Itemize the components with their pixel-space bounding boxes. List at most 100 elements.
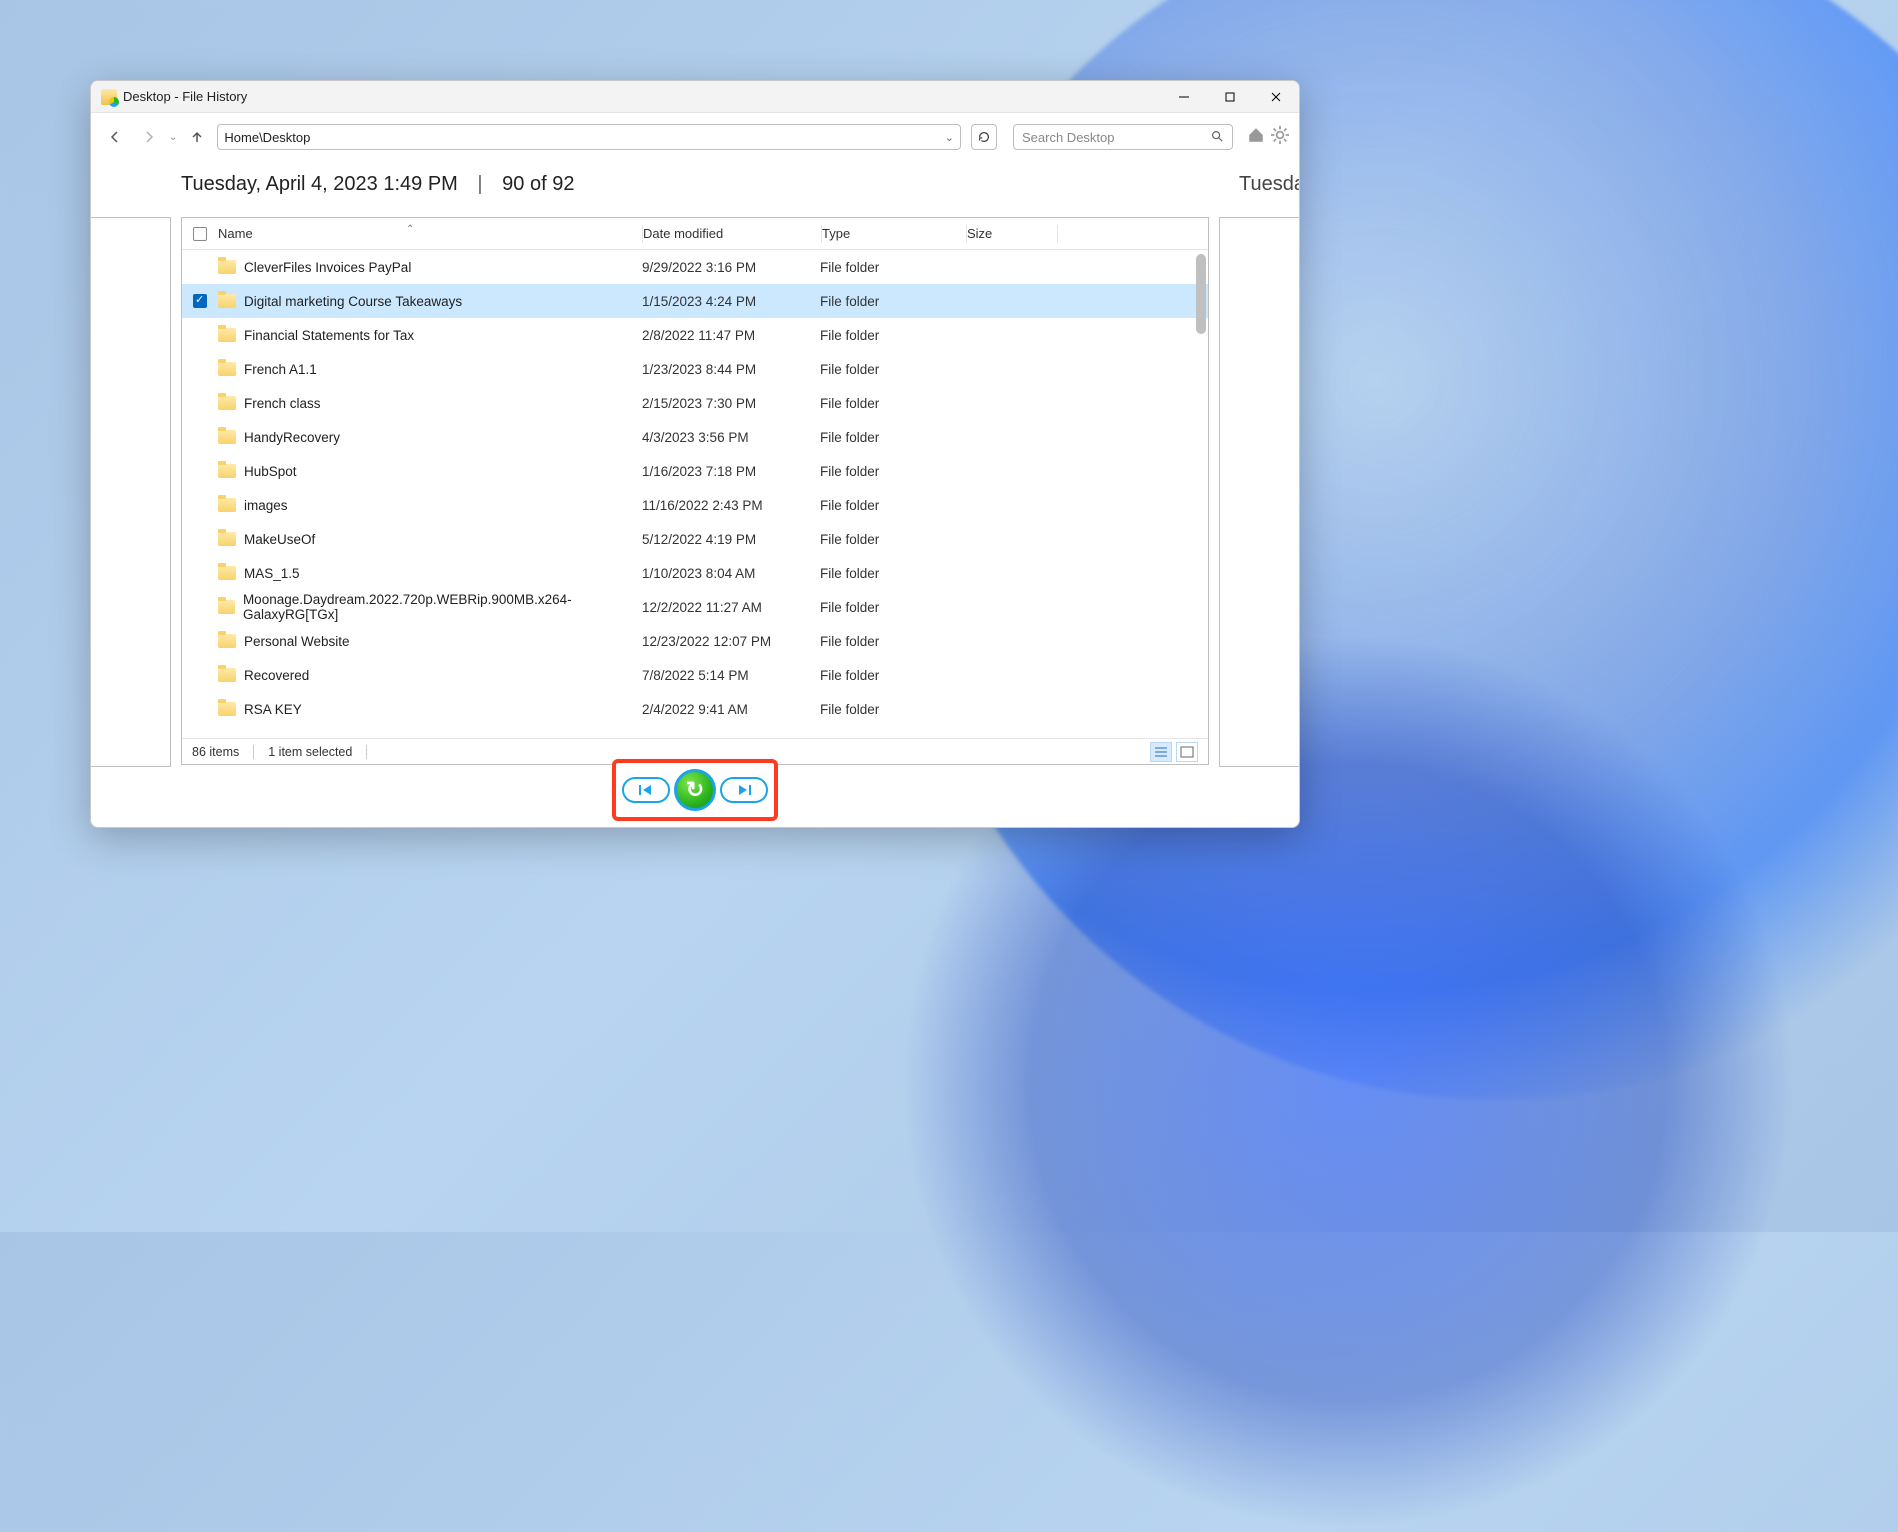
file-type: File folder: [820, 430, 964, 445]
file-name: RSA KEY: [244, 702, 302, 717]
next-version-button[interactable]: [720, 777, 768, 803]
table-row[interactable]: HandyRecovery4/3/2023 3:56 PMFile folder: [182, 420, 1208, 454]
file-list[interactable]: CleverFiles Invoices PayPal9/29/2022 3:1…: [182, 250, 1208, 738]
file-name: Recovered: [244, 668, 309, 683]
search-placeholder: Search Desktop: [1022, 130, 1115, 145]
table-row[interactable]: MAS_1.5 1/10/2023 8:04 AMFile folder: [182, 556, 1208, 590]
file-type: File folder: [820, 668, 964, 683]
close-button[interactable]: [1253, 81, 1299, 113]
table-row[interactable]: Moonage.Daydream.2022.720p.WEBRip.900MB.…: [182, 590, 1208, 624]
window-title: Desktop - File History: [123, 89, 247, 104]
file-date: 11/16/2022 2:43 PM: [642, 498, 820, 513]
table-row[interactable]: HubSpot1/16/2023 7:18 PMFile folder: [182, 454, 1208, 488]
file-date: 12/2/2022 11:27 AM: [642, 600, 820, 615]
file-name: HubSpot: [244, 464, 297, 479]
file-date: 1/23/2023 8:44 PM: [642, 362, 820, 377]
titlebar[interactable]: Desktop - File History: [91, 81, 1299, 113]
refresh-button[interactable]: [971, 124, 997, 150]
recent-locations-chevron[interactable]: ⌄: [169, 132, 177, 143]
toolbar: ⌄ Home\Desktop ⌄ Search Desktop: [91, 113, 1299, 161]
file-name: MakeUseOf: [244, 532, 315, 547]
folder-icon: [218, 600, 235, 614]
table-row[interactable]: Personal Website12/23/2022 12:07 PMFile …: [182, 624, 1208, 658]
folder-icon: [218, 668, 236, 682]
details-view-button[interactable]: [1150, 742, 1172, 762]
file-date: 5/12/2022 4:19 PM: [642, 532, 820, 547]
prev-version-pane[interactable]: [91, 217, 171, 767]
table-row[interactable]: images 11/16/2022 2:43 PMFile folder: [182, 488, 1208, 522]
file-history-window: Desktop - File History ⌄ Home\Desktop: [90, 80, 1300, 828]
file-date: 2/8/2022 11:47 PM: [642, 328, 820, 343]
file-type: File folder: [820, 294, 964, 309]
search-input[interactable]: Search Desktop: [1013, 124, 1233, 150]
column-type[interactable]: Type: [822, 226, 966, 241]
back-button[interactable]: [101, 123, 129, 151]
scrollbar-thumb[interactable]: [1196, 254, 1206, 334]
file-name: CleverFiles Invoices PayPal: [244, 260, 411, 275]
next-version-peek: Tuesda: [1239, 173, 1299, 196]
file-name: Moonage.Daydream.2022.720p.WEBRip.900MB.…: [243, 592, 642, 622]
version-heading: Tuesday, April 4, 2023 1:49 PM | 90 of 9…: [181, 173, 574, 196]
content-area: Tuesday, April 4, 2023 1:49 PM | 90 of 9…: [91, 161, 1299, 827]
file-type: File folder: [820, 260, 964, 275]
home-icon[interactable]: [1247, 126, 1265, 149]
history-controls-highlight: [612, 759, 778, 821]
folder-icon: [218, 464, 236, 478]
file-date: 2/4/2022 9:41 AM: [642, 702, 820, 717]
file-name: Financial Statements for Tax: [244, 328, 414, 343]
column-date[interactable]: Date modified: [643, 226, 821, 241]
restore-button[interactable]: [674, 769, 716, 811]
file-type: File folder: [820, 600, 964, 615]
file-history-icon: [101, 89, 117, 105]
thumbnails-view-button[interactable]: [1176, 742, 1198, 762]
minimize-button[interactable]: [1161, 81, 1207, 113]
folder-icon: [218, 498, 236, 512]
address-bar[interactable]: Home\Desktop ⌄: [217, 124, 961, 150]
table-row[interactable]: French class2/15/2023 7:30 PMFile folder: [182, 386, 1208, 420]
file-name: images: [244, 498, 288, 513]
up-button[interactable]: [183, 123, 211, 151]
file-name: HandyRecovery: [244, 430, 340, 445]
version-index: 90 of 92: [502, 173, 574, 195]
file-name: Personal Website: [244, 634, 350, 649]
folder-icon: [218, 294, 236, 308]
table-row[interactable]: MakeUseOf5/12/2022 4:19 PMFile folder: [182, 522, 1208, 556]
select-all-checkbox[interactable]: [193, 227, 207, 241]
search-icon: [1210, 129, 1224, 146]
file-type: File folder: [820, 464, 964, 479]
row-checkbox[interactable]: [193, 294, 207, 308]
status-selected-count: 1 item selected: [268, 745, 352, 759]
forward-button[interactable]: [135, 123, 163, 151]
table-row[interactable]: Financial Statements for Tax 2/8/2022 11:…: [182, 318, 1208, 352]
file-name: Digital marketing Course Takeaways: [244, 294, 462, 309]
file-name: MAS_1.5: [244, 566, 300, 581]
table-row[interactable]: Digital marketing Course Takeaways1/15/2…: [182, 284, 1208, 318]
column-size[interactable]: Size: [967, 226, 1057, 241]
table-row[interactable]: Recovered 7/8/2022 5:14 PMFile folder: [182, 658, 1208, 692]
file-type: File folder: [820, 566, 964, 581]
table-row[interactable]: CleverFiles Invoices PayPal9/29/2022 3:1…: [182, 250, 1208, 284]
file-type: File folder: [820, 362, 964, 377]
maximize-button[interactable]: [1207, 81, 1253, 113]
folder-icon: [218, 260, 236, 274]
folder-icon: [218, 634, 236, 648]
column-headers[interactable]: Name⌃ Date modified Type Size: [182, 218, 1208, 250]
file-date: 1/10/2023 8:04 AM: [642, 566, 820, 581]
table-row[interactable]: RSA KEY2/4/2022 9:41 AMFile folder: [182, 692, 1208, 726]
folder-icon: [218, 396, 236, 410]
file-type: File folder: [820, 498, 964, 513]
file-date: 7/8/2022 5:14 PM: [642, 668, 820, 683]
chevron-down-icon[interactable]: ⌄: [945, 131, 954, 144]
table-row[interactable]: French A1.11/23/2023 8:44 PMFile folder: [182, 352, 1208, 386]
file-name: French class: [244, 396, 321, 411]
previous-version-button[interactable]: [622, 777, 670, 803]
file-type: File folder: [820, 328, 964, 343]
file-type: File folder: [820, 396, 964, 411]
sort-indicator-icon: ⌃: [406, 224, 414, 235]
column-name[interactable]: Name⌃: [218, 226, 642, 241]
folder-icon: [218, 532, 236, 546]
next-version-pane[interactable]: [1219, 217, 1299, 767]
gear-icon[interactable]: [1271, 126, 1289, 149]
folder-icon: [218, 566, 236, 580]
folder-icon: [218, 328, 236, 342]
